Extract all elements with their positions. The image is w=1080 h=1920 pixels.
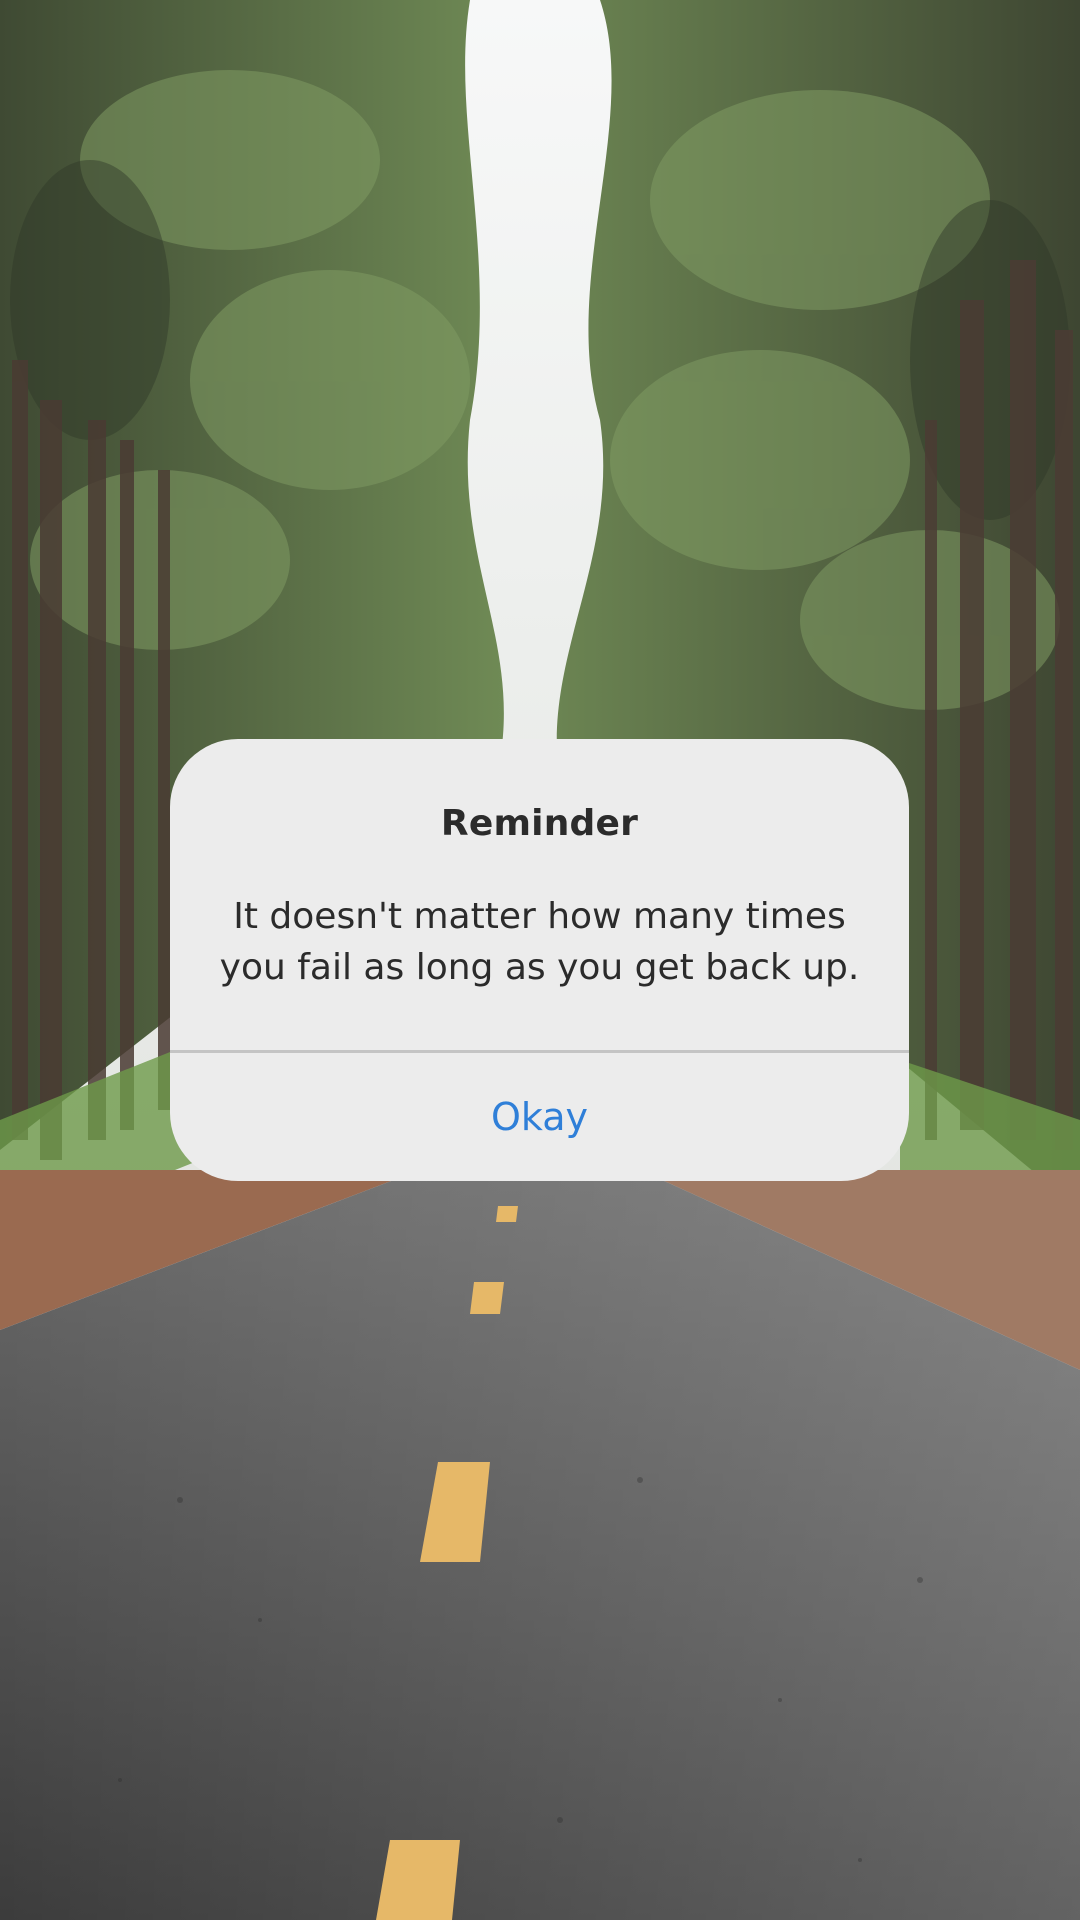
dialog-message: It doesn't matter how many times you fai… bbox=[219, 896, 860, 988]
okay-button[interactable]: Okay bbox=[170, 1053, 909, 1181]
dialog-title: Reminder bbox=[440, 803, 639, 844]
reminder-dialog: Reminder It doesn't matter how many time… bbox=[170, 739, 909, 1181]
